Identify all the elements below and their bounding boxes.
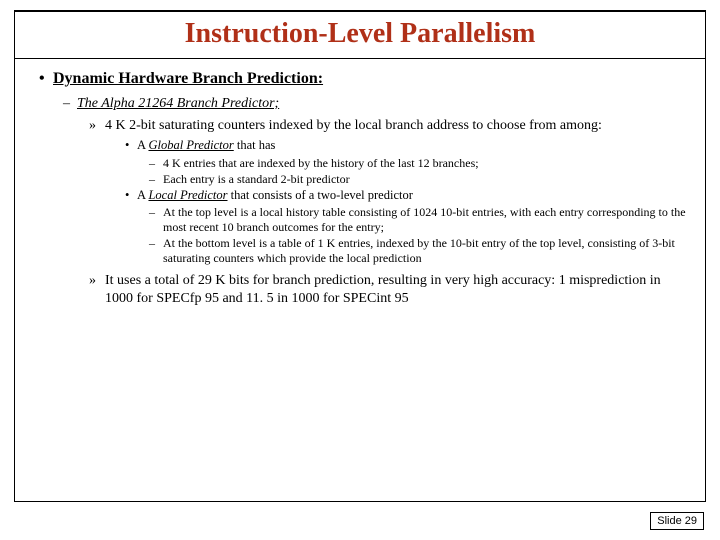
- bullet-local-sub: At the top level is a local history tabl…: [149, 205, 687, 235]
- slide-number: Slide 29: [650, 512, 704, 530]
- bullet-global-sub: Each entry is a standard 2-bit predictor: [149, 172, 687, 187]
- bullet-global: A Global Predictor that has: [125, 138, 687, 154]
- bullet-level3: 4 K 2-bit saturating counters indexed by…: [89, 117, 687, 135]
- slide-body: Dynamic Hardware Branch Prediction: The …: [15, 59, 705, 319]
- slide-title: Instruction-Level Parallelism: [15, 18, 705, 50]
- title-box: Instruction-Level Parallelism: [15, 12, 705, 59]
- bullet-level1: Dynamic Hardware Branch Prediction:: [39, 69, 687, 89]
- slide-frame: Instruction-Level Parallelism Dynamic Ha…: [14, 10, 706, 502]
- bullet-local-sub: At the bottom level is a table of 1 K en…: [149, 236, 687, 266]
- bullet-level2: The Alpha 21264 Branch Predictor;: [63, 95, 687, 113]
- bullet-level3: It uses a total of 29 K bits for branch …: [89, 272, 687, 307]
- bullet-global-sub: 4 K entries that are indexed by the hist…: [149, 156, 687, 171]
- bullet-local: A Local Predictor that consists of a two…: [125, 188, 687, 204]
